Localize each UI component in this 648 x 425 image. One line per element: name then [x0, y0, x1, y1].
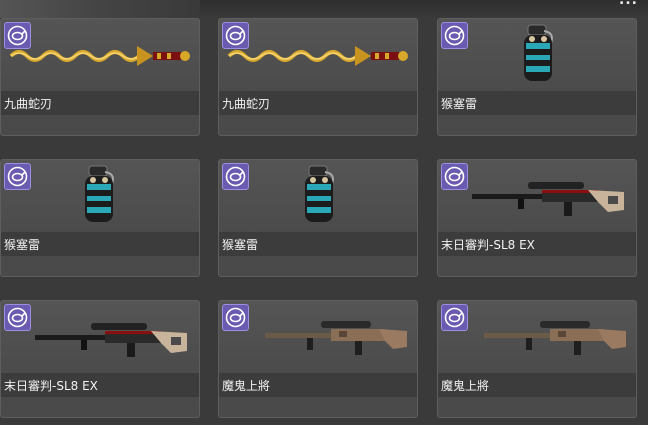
- item-card[interactable]: 九曲蛇刃: [218, 18, 418, 136]
- item-name: 末日審判-SL8 EX: [4, 379, 98, 393]
- character-portrait: [0, 0, 200, 18]
- item-type-badge: [4, 22, 31, 49]
- item-type-badge: [441, 163, 468, 190]
- item-type-badge: [222, 22, 249, 49]
- camo-sniper-rifle-image: [484, 321, 626, 355]
- black-sniper-rifle-image: [35, 323, 187, 357]
- item-type-badge: [222, 163, 249, 190]
- item-card[interactable]: 魔鬼上將: [437, 300, 637, 418]
- item-grid: 九曲蛇刃 九曲蛇刃 猴塞雷 猴塞雷 猴塞雷 末日審判-SL8 EX 末日審判-S…: [0, 18, 648, 425]
- grenade-type-icon: [444, 307, 465, 328]
- item-card[interactable]: 九曲蛇刃: [0, 18, 200, 136]
- grenade-type-icon: [225, 166, 246, 187]
- item-name: 猴塞雷: [222, 238, 259, 252]
- monkey-grenade-image: [524, 24, 553, 81]
- grenade-type-icon: [444, 166, 465, 187]
- monkey-grenade-image: [85, 165, 114, 222]
- item-type-badge: [4, 163, 31, 190]
- serpent-sword-image: [227, 46, 408, 66]
- camo-sniper-rifle-image: [265, 321, 407, 355]
- item-card[interactable]: 猴塞雷: [0, 159, 200, 277]
- item-card[interactable]: 末日審判-SL8 EX: [437, 159, 637, 277]
- monkey-grenade-image: [305, 165, 334, 222]
- item-card[interactable]: 猴塞雷: [437, 18, 637, 136]
- item-name: 魔鬼上將: [441, 379, 490, 393]
- grenade-type-icon: [225, 25, 246, 46]
- item-card[interactable]: 魔鬼上將: [218, 300, 418, 418]
- serpent-sword-image: [9, 46, 190, 66]
- grenade-type-icon: [7, 307, 28, 328]
- item-type-badge: [441, 304, 468, 331]
- item-type-badge: [441, 22, 468, 49]
- item-type-badge: [4, 304, 31, 331]
- item-card[interactable]: 猴塞雷: [218, 159, 418, 277]
- grenade-type-icon: [225, 307, 246, 328]
- item-name: 猴塞雷: [441, 97, 478, 111]
- item-name: 九曲蛇刃: [222, 97, 271, 111]
- grenade-type-icon: [7, 166, 28, 187]
- top-bar: ...: [0, 0, 648, 18]
- item-count-label: ...: [619, 0, 638, 8]
- item-name: 猴塞雷: [4, 238, 41, 252]
- item-name: 末日審判-SL8 EX: [441, 238, 535, 252]
- item-name: 魔鬼上將: [222, 379, 271, 393]
- item-type-badge: [222, 304, 249, 331]
- grenade-type-icon: [7, 25, 28, 46]
- item-card[interactable]: 末日審判-SL8 EX: [0, 300, 200, 418]
- item-name: 九曲蛇刃: [4, 97, 53, 111]
- black-sniper-rifle-image: [472, 182, 624, 216]
- grenade-type-icon: [444, 25, 465, 46]
